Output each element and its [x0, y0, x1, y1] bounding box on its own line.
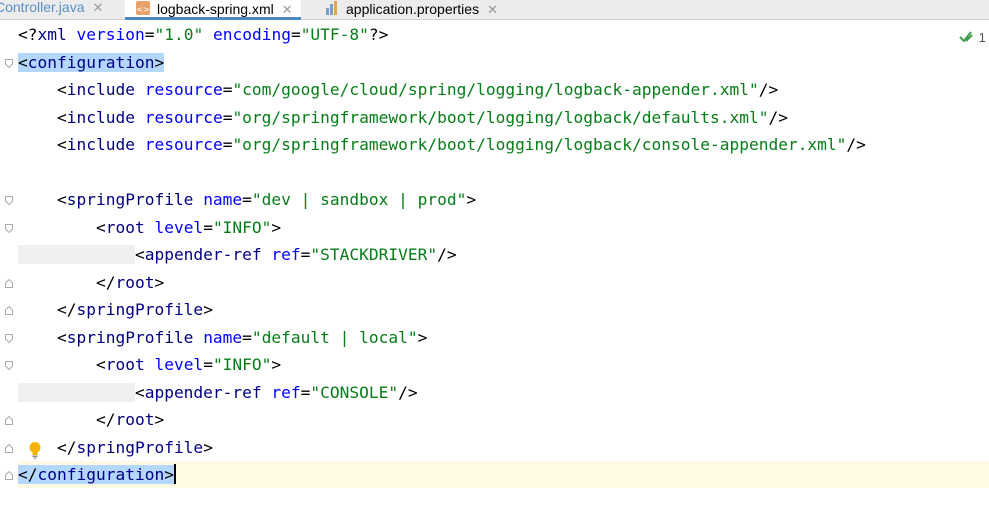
text-caret	[173, 464, 176, 484]
fold-open-icon[interactable]	[5, 334, 13, 343]
tab-label: logback-spring.xml	[157, 1, 274, 17]
code-line: </configuration>	[18, 461, 176, 488]
properties-file-icon	[326, 1, 337, 15]
tab-logback-spring-xml[interactable]: <> logback-spring.xml ✕	[125, 0, 301, 20]
close-icon[interactable]: ✕	[487, 2, 498, 17]
code-line: <root level="INFO">	[18, 218, 282, 237]
fold-open-icon[interactable]	[5, 224, 13, 233]
code-line: <configuration>	[18, 49, 165, 76]
matched-tag-open: <configuration>	[18, 53, 165, 72]
code-line: <springProfile name="dev | sandbox | pro…	[18, 190, 477, 209]
fold-close-icon[interactable]	[5, 444, 13, 453]
editor-tab-bar: Controller.java ✕ <> logback-spring.xml ✕ …	[0, 0, 989, 20]
code-line: <root level="INFO">	[18, 355, 282, 374]
tab-label: application.properties	[346, 1, 480, 17]
fold-open-icon[interactable]	[5, 196, 13, 205]
code-line: <appender-ref ref="STACKDRIVER"/>	[18, 241, 457, 268]
fold-close-icon[interactable]	[5, 306, 13, 315]
editor-gutter	[0, 20, 18, 507]
code-line: <include resource="org/springframework/b…	[18, 108, 788, 127]
fold-close-icon[interactable]	[5, 279, 13, 288]
code-editor[interactable]: <?xml version="1.0" encoding="UTF-8"?> <…	[18, 20, 989, 507]
code-line: <?xml version="1.0" encoding="UTF-8"?>	[18, 25, 389, 44]
code-line: <springProfile name="default | local">	[18, 328, 428, 347]
fold-close-icon[interactable]	[5, 416, 13, 425]
code-line: <include resource="org/springframework/b…	[18, 135, 866, 154]
xml-file-icon: <>	[136, 1, 150, 15]
code-line: </springProfile>	[18, 300, 213, 319]
tab-controller-java[interactable]: Controller.java ✕	[0, 0, 103, 19]
fold-open-icon[interactable]	[5, 59, 13, 68]
code-line: </root>	[18, 273, 165, 292]
close-icon[interactable]: ✕	[93, 0, 104, 15]
code-line: </springProfile>	[18, 438, 213, 457]
code-line: <appender-ref ref="CONSOLE"/>	[18, 379, 418, 406]
fold-open-icon[interactable]	[5, 361, 13, 370]
tab-application-properties[interactable]: application.properties ✕	[324, 0, 498, 19]
code-line: <include resource="com/google/cloud/spri…	[18, 80, 779, 99]
svg-text:<>: <>	[136, 5, 149, 14]
code-line: </root>	[18, 410, 165, 429]
tab-label: Controller.java	[0, 0, 85, 15]
close-icon[interactable]: ✕	[282, 2, 293, 17]
fold-close-icon[interactable]	[5, 471, 13, 480]
matched-tag-close: </configuration>	[18, 465, 174, 484]
